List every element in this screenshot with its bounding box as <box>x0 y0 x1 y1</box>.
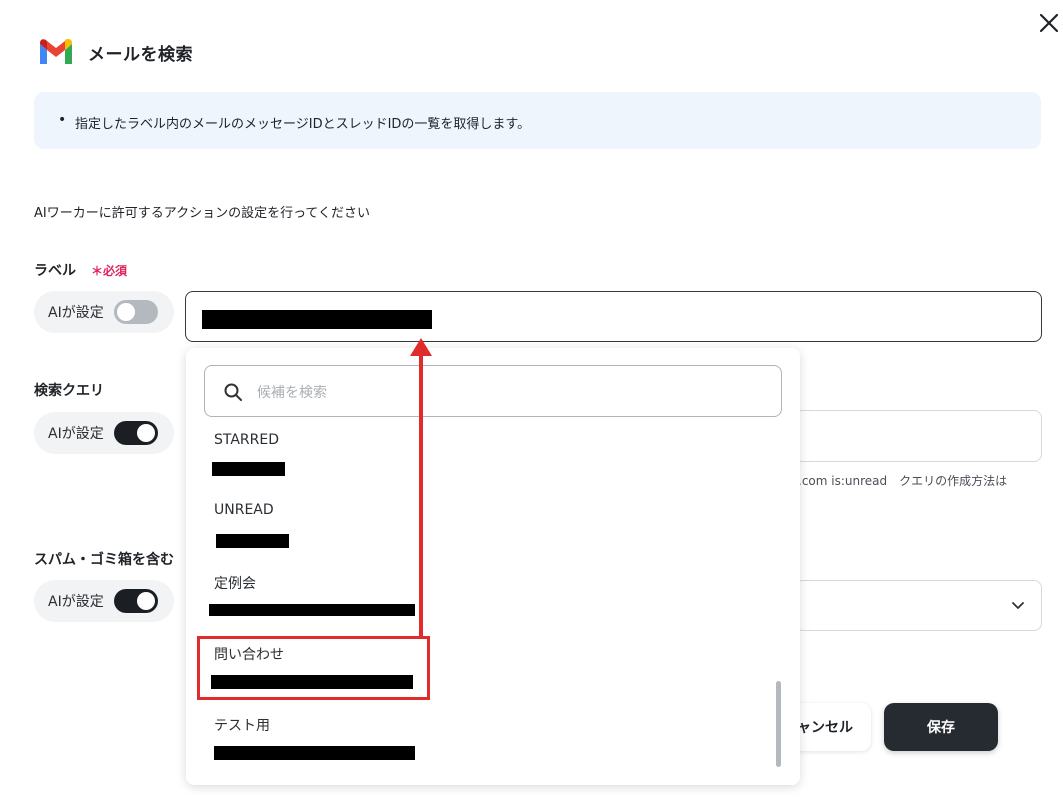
spam-ai-toggle[interactable] <box>113 589 158 613</box>
dropdown-item-starred[interactable]: STARRED <box>186 428 776 498</box>
redacted-value <box>216 534 289 548</box>
spam-select[interactable] <box>795 580 1042 631</box>
save-button[interactable]: 保存 <box>884 703 998 751</box>
redacted-value <box>212 462 285 476</box>
dropdown-item-label: 定例会 <box>214 576 256 592</box>
redacted-value <box>202 310 432 329</box>
intro-text: AIワーカーに許可するアクションの設定を行ってください <box>34 206 371 221</box>
dropdown-item-unread[interactable]: UNREAD <box>186 498 776 568</box>
redacted-value <box>214 746 415 760</box>
label-ai-toggle-pill: AIが設定 <box>34 291 174 333</box>
dropdown-item-teireikai[interactable]: 定例会 <box>186 570 776 640</box>
query-input[interactable] <box>795 410 1042 462</box>
required-badge: ＊必須 <box>91 264 128 278</box>
annotation-arrow-head <box>410 338 432 356</box>
ai-toggle-label: AIが設定 <box>48 594 104 610</box>
spam-field-heading: スパム・ゴミ箱を含む <box>34 552 174 568</box>
close-icon <box>1039 13 1059 33</box>
info-text: 指定したラベル内のメールのメッセージIDとスレッドIDの一覧を取得します。 <box>75 117 531 132</box>
dropdown-item-label: テスト用 <box>214 718 270 734</box>
dropdown-search <box>204 365 782 417</box>
query-field-heading: 検索クエリ <box>34 383 104 399</box>
query-ai-toggle[interactable] <box>113 421 158 445</box>
label-dropdown: STARRED UNREAD 定例会 問い合わせ テスト用 <box>186 348 800 785</box>
chevron-down-icon <box>1010 597 1026 613</box>
modal-title: メールを検索 <box>88 45 193 65</box>
label-select-input[interactable] <box>185 291 1042 342</box>
annotation-arrow-line <box>419 352 423 638</box>
ai-toggle-label: AIが設定 <box>48 426 104 442</box>
search-icon <box>224 383 242 401</box>
gmail-logo <box>38 38 74 66</box>
dropdown-scrollbar[interactable] <box>776 681 781 767</box>
redacted-value <box>209 604 415 616</box>
label-field-heading: ラベル <box>34 263 76 279</box>
label-ai-toggle[interactable] <box>113 300 158 324</box>
annotation-highlight-box <box>197 636 430 700</box>
dropdown-item-test[interactable]: テスト用 <box>186 712 776 782</box>
query-ai-toggle-pill: AIが設定 <box>34 412 174 454</box>
dropdown-item-label: STARRED <box>214 432 280 448</box>
query-hint: .com is:unread クエリの作成方法は <box>798 474 1008 488</box>
spam-ai-toggle-pill: AIが設定 <box>34 580 174 622</box>
info-bullet: • <box>58 112 67 128</box>
close-button[interactable] <box>1036 10 1062 36</box>
ai-toggle-label: AIが設定 <box>48 305 104 321</box>
dropdown-item-label: UNREAD <box>214 502 274 518</box>
dropdown-search-input[interactable] <box>255 378 759 408</box>
